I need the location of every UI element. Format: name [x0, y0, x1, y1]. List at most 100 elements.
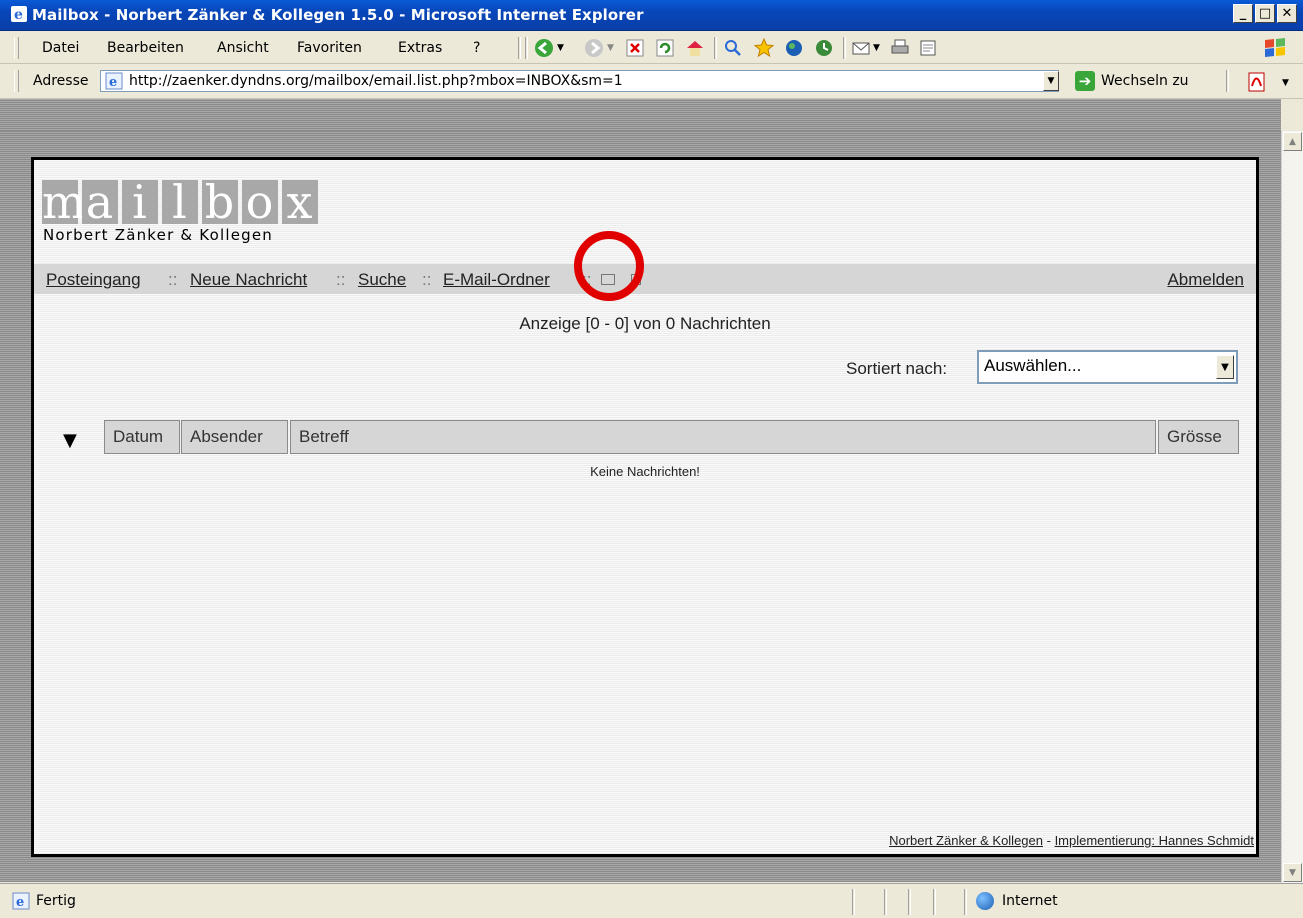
column-header-subject[interactable]: Betreff	[290, 420, 1156, 454]
menu-datei[interactable]: Datei	[42, 40, 79, 56]
company-name: Norbert Zänker & Kollegen	[43, 226, 273, 244]
logo-letter: m	[42, 175, 87, 229]
toolbar-separator	[843, 37, 846, 59]
nav-bar: Posteingang :: Neue Nachricht :: Suche :…	[34, 264, 1256, 294]
maximize-icon: □	[1258, 6, 1272, 21]
nav-separator: ::	[336, 270, 346, 289]
menu-bar: Datei Bearbeiten Ansicht Favoriten Extra…	[0, 31, 1303, 64]
status-separator	[884, 889, 887, 915]
address-dropdown-button[interactable]: ▼	[1043, 71, 1059, 91]
menu-favoriten[interactable]: Favoriten	[297, 40, 362, 56]
footer-separator: -	[1043, 833, 1055, 848]
nav-search-link[interactable]: Suche	[358, 270, 406, 290]
refresh-icon[interactable]	[655, 38, 675, 58]
forward-dropdown-icon[interactable]: ▼	[607, 43, 614, 53]
mailbox-page: m a i l b o x Norbert Zänker & Kollegen …	[31, 157, 1259, 857]
logout-link[interactable]: Abmelden	[1167, 270, 1244, 290]
stop-icon[interactable]	[625, 38, 645, 58]
back-dropdown-icon[interactable]: ▼	[557, 43, 564, 53]
forward-icon[interactable]	[584, 38, 604, 58]
scroll-up-button[interactable]: ▲	[1283, 132, 1302, 151]
print-icon[interactable]	[890, 38, 910, 58]
status-separator	[852, 889, 855, 915]
viewport-top	[0, 99, 1281, 131]
page-status-icon: e	[12, 892, 30, 910]
logo-letter: l	[162, 179, 198, 225]
address-input[interactable]: e http://zaenker.dyndns.org/mailbox/emai…	[100, 70, 1059, 92]
empty-message: Keine Nachrichten!	[590, 464, 700, 479]
nav-inbox-link[interactable]: Posteingang	[46, 270, 141, 290]
nav-separator: ::	[422, 270, 432, 289]
favorites-star-icon[interactable]	[754, 38, 774, 58]
mail-icon[interactable]	[851, 38, 871, 58]
logo-letter: x	[282, 179, 318, 225]
chevron-down-icon: ▼	[1221, 361, 1229, 373]
menu-help[interactable]: ?	[473, 40, 480, 56]
column-header-sender[interactable]: Absender	[181, 420, 288, 454]
status-separator	[964, 889, 967, 915]
ie-logo-icon: e	[11, 6, 27, 23]
column-header-size[interactable]: Grösse	[1158, 420, 1239, 454]
title-bar: e Mailbox - Norbert Zänker & Kollegen 1.…	[0, 0, 1303, 31]
svg-text:e: e	[16, 895, 24, 910]
status-separator	[933, 889, 936, 915]
address-url: http://zaenker.dyndns.org/mailbox/email.…	[129, 73, 623, 89]
menu-extras[interactable]: Extras	[398, 40, 442, 56]
back-icon[interactable]	[534, 38, 554, 58]
security-zone: Internet	[1002, 893, 1058, 909]
pdf-dropdown-icon[interactable]: ▼	[1282, 78, 1289, 88]
logo-letter: i	[122, 179, 158, 225]
internet-zone-icon	[976, 892, 994, 910]
nav-new-message-link[interactable]: Neue Nachricht	[190, 270, 307, 290]
footer-company-link[interactable]: Norbert Zänker & Kollegen	[889, 833, 1043, 848]
vertical-scrollbar[interactable]: ▲ ▼	[1281, 131, 1303, 883]
menu-bearbeiten[interactable]: Bearbeiten	[107, 40, 184, 56]
menu-ansicht[interactable]: Ansicht	[217, 40, 269, 56]
maximize-button[interactable]: □	[1255, 4, 1275, 23]
footer-impl-link[interactable]: Implementierung: Hannes Schmidt	[1055, 833, 1254, 848]
svg-text:e: e	[14, 7, 23, 23]
toolbar-separator	[1226, 70, 1229, 92]
history-icon[interactable]	[814, 38, 834, 58]
sort-label: Sortiert nach:	[846, 359, 948, 378]
status-separator	[908, 889, 911, 915]
go-arrow-icon[interactable]: ➔	[1075, 71, 1095, 91]
mail-dropdown-icon[interactable]: ▼	[873, 43, 880, 53]
minimize-button[interactable]: _	[1233, 4, 1253, 23]
address-bar: Adresse e http://zaenker.dyndns.org/mail…	[0, 64, 1303, 99]
sort-direction-icon[interactable]: ▼	[63, 430, 77, 451]
toolbar-grip[interactable]	[14, 70, 19, 92]
logo-letter: b	[202, 179, 238, 225]
sort-dropdown-button[interactable]: ▼	[1216, 355, 1234, 379]
media-icon[interactable]	[784, 38, 804, 58]
page-footer: Norbert Zänker & Kollegen - Implementier…	[889, 833, 1254, 848]
close-icon: ✕	[1281, 6, 1293, 21]
home-icon[interactable]	[685, 38, 705, 58]
toolbar-grip[interactable]	[14, 37, 19, 59]
chevron-up-icon: ▲	[1289, 136, 1296, 147]
svg-text:e: e	[109, 75, 117, 90]
logo-letter: a	[82, 179, 118, 225]
chevron-down-icon: ▼	[1289, 867, 1296, 878]
pdf-icon[interactable]	[1246, 71, 1268, 93]
minimize-icon: _	[1239, 6, 1247, 21]
address-label: Adresse	[33, 73, 89, 89]
column-header-date[interactable]: Datum	[104, 420, 180, 454]
toolbar-separator	[525, 37, 528, 59]
close-button[interactable]: ✕	[1277, 4, 1297, 23]
sort-select[interactable]: Auswählen... ▼	[977, 350, 1238, 384]
edit-icon[interactable]	[918, 38, 938, 58]
nav-folders-link[interactable]: E-Mail-Ordner	[443, 270, 550, 290]
nav-separator: ::	[168, 270, 178, 289]
logo-letter: o	[242, 179, 278, 225]
go-button[interactable]: Wechseln zu	[1101, 73, 1189, 89]
chevron-down-icon: ▼	[1047, 76, 1055, 86]
page-icon: e	[105, 72, 123, 90]
search-icon[interactable]	[723, 38, 743, 58]
scroll-down-button[interactable]: ▼	[1283, 863, 1302, 882]
status-bar: e Fertig Internet	[0, 883, 1303, 918]
toolbar-separator	[518, 37, 521, 59]
mailbox-logo: m a i l b o x	[42, 175, 318, 229]
status-text: Fertig	[36, 893, 76, 909]
highlight-circle	[574, 231, 644, 301]
